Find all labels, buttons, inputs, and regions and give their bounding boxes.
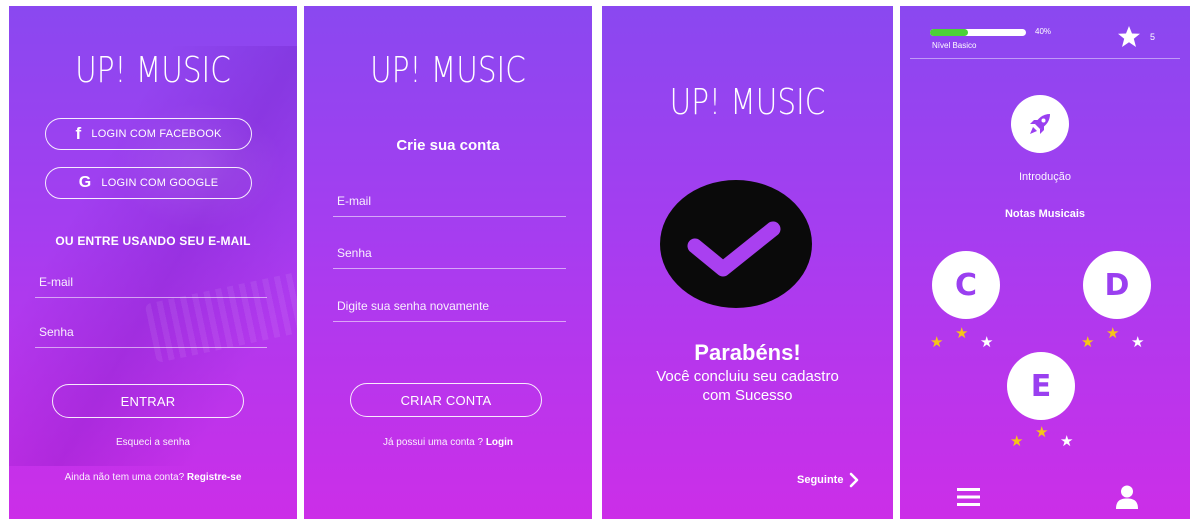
login-google-label: LOGIN COM GOOGLE	[101, 177, 219, 189]
signup-email-placeholder: E-mail	[337, 194, 372, 208]
note-d-button[interactable]: D	[1083, 251, 1151, 319]
google-icon: G	[78, 174, 92, 191]
header-divider	[910, 58, 1180, 59]
signup-confirm-placeholder: Digite sua senha novamente	[337, 299, 490, 313]
progress-percent: 40%	[1035, 27, 1052, 36]
intro-lesson-button[interactable]	[1011, 95, 1069, 153]
intro-label: Introdução	[1019, 171, 1071, 183]
rocket-icon	[1030, 114, 1050, 134]
login-submit-label: ENTRAR	[120, 393, 176, 409]
email-input[interactable]: E-mail	[35, 264, 267, 298]
chevron-right-icon	[850, 472, 859, 488]
note-c-star-3: ★	[980, 334, 994, 351]
create-account-button[interactable]: CRIAR CONTA	[350, 383, 542, 417]
facebook-icon: f	[75, 124, 82, 143]
register-link[interactable]: Registre-se	[187, 472, 241, 483]
menu-icon[interactable]	[957, 487, 980, 507]
success-title: Parabéns!	[694, 340, 801, 365]
stars-count: 5	[1150, 32, 1156, 42]
note-e-button[interactable]: E	[1007, 352, 1075, 420]
app-logo: UP! MUSIC	[370, 50, 526, 91]
level-progress-fill	[930, 29, 969, 36]
note-e-star-3: ★	[1060, 433, 1074, 450]
no-account-text: Ainda não tem uma conta?	[64, 472, 185, 483]
signup-password-input[interactable]: Senha	[333, 235, 566, 269]
login-link[interactable]: Login	[486, 437, 513, 448]
success-message-line1: Você concluiu seu cadastro	[656, 368, 839, 385]
app-logo: UP! MUSIC	[669, 82, 826, 123]
note-d-star-1: ★	[1081, 334, 1095, 351]
login-submit-button[interactable]: ENTRAR	[52, 384, 244, 418]
forgot-password-link[interactable]: Esqueci a senha	[9, 437, 297, 448]
password-input[interactable]: Senha	[35, 314, 267, 348]
app-logo: UP! MUSIC	[75, 50, 231, 91]
note-e-star-1: ★	[1010, 433, 1024, 450]
login-google-button[interactable]: G LOGIN COM GOOGLE	[45, 167, 252, 199]
next-button[interactable]: Seguinte	[797, 472, 859, 488]
star-icon	[1118, 26, 1140, 47]
login-screen: UP! MUSIC f LOGIN COM FACEBOOK G LOGIN C…	[9, 6, 297, 519]
note-d-star-3: ★	[1131, 334, 1145, 351]
success-badge	[660, 180, 812, 308]
login-facebook-button[interactable]: f LOGIN COM FACEBOOK	[45, 118, 252, 150]
signup-confirm-password-input[interactable]: Digite sua senha novamente	[333, 287, 566, 322]
password-placeholder: Senha	[39, 325, 74, 339]
note-d-letter: D	[1104, 267, 1130, 303]
level-progress-bar	[930, 29, 1026, 36]
user-icon[interactable]	[1116, 485, 1138, 509]
check-icon	[687, 221, 781, 277]
note-e-letter: E	[1030, 368, 1052, 404]
section-title: Notas Musicais	[1004, 208, 1086, 220]
have-account-text: Já possui uma conta ?	[382, 437, 484, 448]
signup-email-input[interactable]: E-mail	[333, 184, 566, 217]
success-screen: UP! MUSIC Parabéns! Você concluiu seu ca…	[602, 6, 893, 519]
register-prompt: Ainda não tem uma conta? Registre-se	[9, 472, 297, 483]
note-d-star-2: ★	[1106, 325, 1120, 342]
signup-password-placeholder: Senha	[337, 246, 372, 260]
create-account-label: CRIAR CONTA	[400, 392, 492, 408]
signup-title: Crie sua conta	[396, 137, 500, 154]
next-label: Seguinte	[797, 474, 844, 486]
note-c-star-1: ★	[930, 334, 944, 351]
signup-screen: UP! MUSIC Crie sua conta E-mail Senha Di…	[304, 6, 592, 519]
note-e-star-2: ★	[1035, 424, 1049, 441]
note-c-letter: C	[954, 267, 978, 303]
login-prompt: Já possui uma conta ? Login	[304, 437, 592, 448]
note-c-star-2: ★	[955, 325, 969, 342]
success-message-line2: com Sucesso	[702, 387, 793, 404]
lessons-screen: 40% Nível Basico 5 Introdução Notas Musi…	[900, 6, 1190, 519]
note-c-button[interactable]: C	[932, 251, 1000, 319]
email-placeholder: E-mail	[39, 275, 74, 289]
login-facebook-label: LOGIN COM FACEBOOK	[91, 128, 222, 140]
level-label: Nível Basico	[932, 41, 977, 50]
email-login-heading: OU ENTRE USANDO SEU E-MAIL	[55, 234, 251, 248]
